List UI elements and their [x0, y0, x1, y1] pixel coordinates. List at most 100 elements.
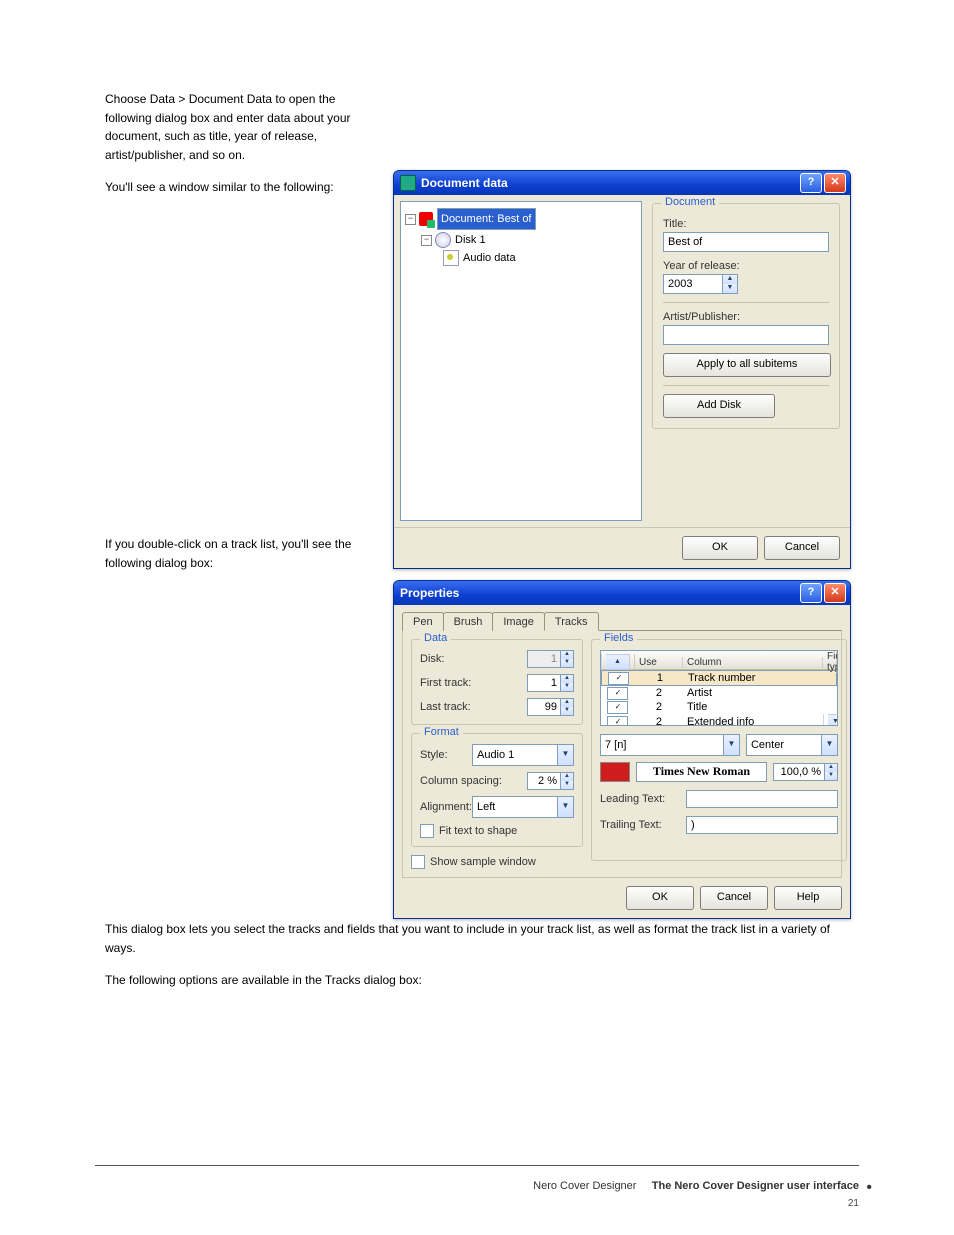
- checkbox-icon[interactable]: [411, 855, 425, 869]
- year-spinner[interactable]: ▲▼: [663, 274, 829, 294]
- show-sample-checkbox[interactable]: Show sample window: [411, 855, 583, 869]
- page-container: Choose Data > Document Data to open the …: [0, 0, 954, 1235]
- table-row[interactable]: ✓ 2 Artist: [601, 686, 837, 700]
- data-group: Data Disk: ▲▼ First track:: [411, 639, 583, 725]
- colspacing-spinner[interactable]: ▲▼: [527, 772, 574, 790]
- fit-text-label: Fit text to shape: [439, 825, 517, 837]
- alignment-select[interactable]: Left ▼: [472, 796, 574, 818]
- tab-brush[interactable]: Brush: [443, 612, 494, 631]
- format-legend: Format: [420, 726, 463, 738]
- scroll-up-icon[interactable]: ▲: [606, 654, 630, 670]
- document-panel: Document Title: Year of release: ▲▼ Arti…: [648, 195, 850, 527]
- tab-image[interactable]: Image: [492, 612, 545, 631]
- checkbox-icon[interactable]: ✓: [607, 701, 628, 714]
- cell-fieldtype: Extended info: [683, 716, 823, 726]
- chevron-down-icon[interactable]: ▼: [557, 797, 573, 817]
- spinner-arrows[interactable]: ▲▼: [561, 674, 574, 692]
- cancel-button[interactable]: Cancel: [764, 536, 840, 560]
- close-button[interactable]: ✕: [824, 583, 846, 603]
- add-disk-button[interactable]: Add Disk: [663, 394, 775, 418]
- fields-group: Fields Use Column Field type ▲ ✓ 1: [591, 639, 847, 861]
- table-row[interactable]: ✓ 2 Title: [601, 700, 837, 714]
- down-arrow-icon[interactable]: ▼: [723, 284, 737, 293]
- fit-text-checkbox[interactable]: Fit text to shape: [420, 824, 574, 838]
- table-row[interactable]: ✓ 2 Extended info ▼: [601, 714, 837, 726]
- scrollbar[interactable]: ▼: [823, 714, 837, 726]
- artist-input[interactable]: [663, 325, 829, 345]
- leading-input[interactable]: [686, 790, 838, 808]
- titlebar[interactable]: Properties ? ✕: [394, 581, 850, 605]
- tab-pen[interactable]: Pen: [402, 612, 444, 631]
- field-align-select[interactable]: Center ▼: [746, 734, 838, 756]
- font-size-spinner[interactable]: ▲▼: [773, 763, 838, 781]
- checkbox-icon[interactable]: [420, 824, 434, 838]
- chevron-down-icon[interactable]: ▼: [557, 745, 573, 765]
- font-row: Times New Roman ▲▼: [600, 762, 838, 782]
- collapse-icon[interactable]: −: [405, 214, 416, 225]
- help-button[interactable]: ?: [800, 173, 822, 193]
- col-column: Column: [683, 657, 823, 668]
- table-header: Use Column Field type ▲: [601, 651, 837, 670]
- document-tree[interactable]: − Document: Best of − Disk 1 Audio data: [400, 201, 642, 521]
- title-label: Title:: [663, 218, 829, 230]
- dialog-buttons: OK Cancel: [394, 527, 850, 568]
- spinner-arrows[interactable]: ▲▼: [561, 772, 574, 790]
- up-arrow-icon[interactable]: ▲: [723, 275, 737, 284]
- tree-root[interactable]: − Document: Best of: [405, 208, 637, 230]
- close-button[interactable]: ✕: [824, 173, 846, 193]
- font-size-input[interactable]: [773, 763, 825, 781]
- footer: Nero Cover Designer The Nero Cover Desig…: [533, 1180, 859, 1192]
- leading-text-row: Leading Text:: [600, 790, 838, 808]
- window-title: Properties: [400, 586, 798, 600]
- last-track-spinner[interactable]: ▲▼: [527, 698, 574, 716]
- lower-text: This dialog box lets you select the trac…: [105, 920, 850, 1004]
- trailing-input[interactable]: [686, 816, 838, 834]
- font-name-button[interactable]: Times New Roman: [636, 762, 767, 782]
- artist-label: Artist/Publisher:: [663, 311, 829, 323]
- collapse-icon[interactable]: −: [421, 235, 432, 246]
- checkbox-icon[interactable]: ✓: [607, 687, 628, 700]
- footer-section: The Nero Cover Designer user interface: [652, 1180, 859, 1192]
- alignment-label: Alignment:: [420, 801, 472, 813]
- tree-disk[interactable]: − Disk 1: [405, 232, 637, 248]
- disk-input: [527, 650, 561, 668]
- help-button[interactable]: Help: [774, 886, 842, 910]
- separator: [663, 385, 829, 386]
- colspacing-input[interactable]: [527, 772, 561, 790]
- scroll-down-icon[interactable]: ▼: [828, 714, 836, 726]
- spinner-arrows[interactable]: ▲▼: [825, 763, 838, 781]
- help-button[interactable]: ?: [800, 583, 822, 603]
- cell-column: 2: [635, 701, 683, 713]
- first-track-input[interactable]: [527, 674, 561, 692]
- format-value: 7 [n]: [601, 739, 723, 751]
- last-track-input[interactable]: [527, 698, 561, 716]
- tree-disk-label: Disk 1: [455, 234, 486, 246]
- title-input[interactable]: [663, 232, 829, 252]
- chevron-down-icon[interactable]: ▼: [723, 735, 739, 755]
- spinner-arrows[interactable]: ▲▼: [723, 274, 738, 294]
- leading-label: Leading Text:: [600, 793, 680, 805]
- tabstrip: Pen Brush Image Tracks: [402, 611, 842, 631]
- titlebar[interactable]: Document data ? ✕: [394, 171, 850, 195]
- cell-fieldtype: Title: [683, 701, 823, 713]
- spinner-arrows[interactable]: ▲▼: [561, 698, 574, 716]
- table-row[interactable]: ✓ 1 Track number: [601, 670, 837, 686]
- style-select[interactable]: Audio 1 ▼: [472, 744, 574, 766]
- tree-root-label: Document: Best of: [437, 208, 536, 230]
- first-track-spinner[interactable]: ▲▼: [527, 674, 574, 692]
- cancel-button[interactable]: Cancel: [700, 886, 768, 910]
- tree-audio[interactable]: Audio data: [405, 250, 637, 266]
- tab-tracks[interactable]: Tracks: [544, 612, 599, 631]
- checkbox-icon[interactable]: ✓: [607, 716, 628, 727]
- fields-table[interactable]: Use Column Field type ▲ ✓ 1 Track number: [600, 650, 838, 726]
- color-swatch[interactable]: [600, 762, 630, 782]
- ok-button[interactable]: OK: [626, 886, 694, 910]
- ok-button[interactable]: OK: [682, 536, 758, 560]
- checkbox-icon[interactable]: ✓: [608, 672, 629, 685]
- year-input[interactable]: [663, 274, 723, 294]
- intro-p2: You'll see a window similar to the follo…: [105, 178, 380, 197]
- apply-subitems-button[interactable]: Apply to all subitems: [663, 353, 831, 377]
- chevron-down-icon[interactable]: ▼: [821, 735, 837, 755]
- format-select[interactable]: 7 [n] ▼: [600, 734, 740, 756]
- scrollbar[interactable]: ▲: [601, 654, 635, 670]
